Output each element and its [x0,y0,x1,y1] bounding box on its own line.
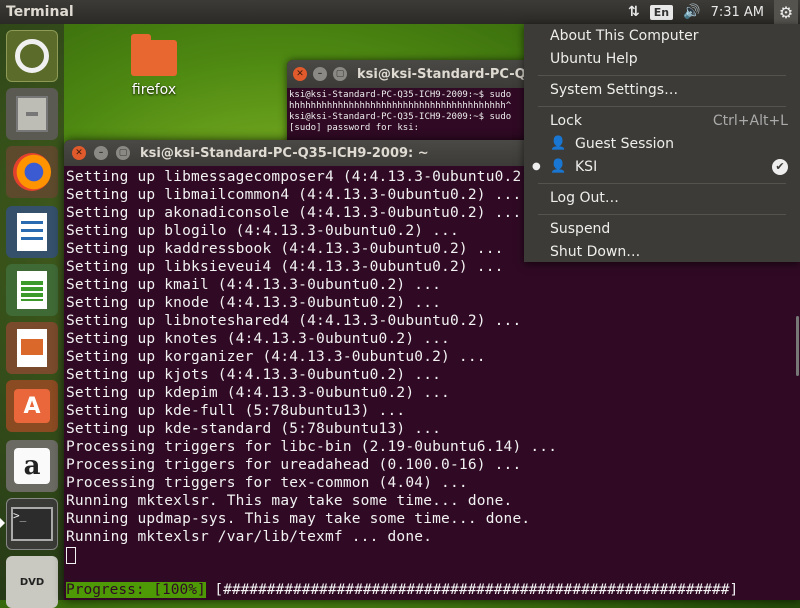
launcher-item-dvd[interactable]: DVD [6,556,58,608]
background-terminal-title: ksi@ksi-Standard-PC-Q [357,66,526,82]
launcher: A a >_ DVD [0,24,64,608]
menu-item-guest-session[interactable]: 👤 Guest Session [550,134,788,154]
clock[interactable]: 7:31 AM [711,5,764,20]
apt-progress-line: Progress: [100%] [######################… [66,581,738,599]
bt-line: [sudo] password for ksi: [289,123,420,133]
menu-item-label: Lock [550,113,582,129]
network-icon[interactable]: ⇅ [628,4,640,20]
maximize-icon[interactable]: ▢ [333,67,347,81]
app-title: Terminal [6,4,74,20]
scrollbar-thumb[interactable] [796,316,799,376]
menu-item-label: Guest Session [575,136,674,152]
terminal-line: Setting up kde-standard (5:78ubuntu13) .… [66,421,442,437]
launcher-item-amazon[interactable]: a [6,440,58,492]
terminal-line: Setting up libnoteshared4 (4:4.13.3-0ubu… [66,313,522,329]
terminal-line: Setting up kmail (4:4.13.3-0ubuntu0.2) .… [66,277,442,293]
launcher-item-dash[interactable] [6,30,58,82]
launcher-item-writer[interactable] [6,206,58,258]
menu-item-label: System Settings… [550,82,679,98]
text-cursor [66,546,76,564]
terminal-line: Processing triggers for libc-bin (2.19-0… [66,439,558,455]
background-terminal-titlebar[interactable]: ✕ – ▢ ksi@ksi-Standard-PC-Q [287,60,547,88]
maximize-icon[interactable]: ▢ [116,146,130,160]
terminal-title: ksi@ksi-Standard-PC-Q35-ICH9-2009: ~ [140,145,429,161]
background-terminal-window[interactable]: ✕ – ▢ ksi@ksi-Standard-PC-Q ksi@ksi-Stan… [287,60,547,152]
terminal-icon: >_ [11,507,53,541]
menu-item-about[interactable]: About This Computer [550,26,788,46]
menu-item-help[interactable]: Ubuntu Help [550,49,788,69]
indicator-tray: ⇅ En 🔊 7:31 AM ⚙ [628,0,800,24]
file-cabinet-icon [16,96,48,132]
menu-separator [538,106,786,107]
launcher-item-software[interactable]: A [6,380,58,432]
menu-item-log-out[interactable]: Log Out… [550,188,788,208]
menu-item-system-settings[interactable]: System Settings… [550,80,788,100]
terminal-line: Setting up korganizer (4:4.13.3-0ubuntu0… [66,349,486,365]
launcher-item-calc[interactable] [6,264,58,316]
bt-line: ksi@ksi-Standard-PC-Q35-ICH9-2009:~$ sud… [289,90,512,100]
menu-item-label: About This Computer [550,28,699,44]
close-icon[interactable]: ✕ [72,146,86,160]
active-user-dot-icon: ● [532,161,541,172]
checkmark-icon: ✔ [772,159,788,175]
volume-icon[interactable]: 🔊 [683,4,700,20]
menu-item-lock[interactable]: Lock Ctrl+Alt+L [550,111,788,131]
menu-item-user-ksi[interactable]: ● 👤 KSI ✔ [532,157,788,177]
terminal-line: Running mktexlsr. This may take some tim… [66,493,513,509]
terminal-line: Setting up knotes (4:4.13.3-0ubuntu0.2) … [66,331,450,347]
person-icon: 👤 [550,159,567,174]
progress-label: Progress: [100%] [66,582,206,598]
launcher-item-terminal[interactable]: >_ [6,498,58,550]
session-menu: About This Computer Ubuntu Help System S… [524,24,800,262]
close-icon[interactable]: ✕ [293,67,307,81]
menu-item-label: Log Out… [550,190,619,206]
ubuntu-logo-icon [15,39,49,73]
terminal-line: Setting up kdepim (4:4.13.3-0ubuntu0.2) … [66,385,450,401]
launcher-item-files[interactable] [6,88,58,140]
lock-shortcut: Ctrl+Alt+L [712,113,788,129]
terminal-line: Processing triggers for ureadahead (0.10… [66,457,522,473]
minimize-icon[interactable]: – [313,67,327,81]
menu-separator [538,183,786,184]
presentation-icon [17,329,47,367]
terminal-line: Running updmap-sys. This may take some t… [66,511,531,527]
menu-item-shut-down[interactable]: Shut Down… [550,242,788,262]
gear-icon[interactable]: ⚙ [774,0,798,24]
terminal-line: Processing triggers for tex-common (4.04… [66,475,468,491]
writer-document-icon [17,213,47,251]
terminal-line: Running mktexlsr /var/lib/texmf ... done… [66,529,433,545]
launcher-item-firefox[interactable] [6,146,58,198]
dvd-icon: DVD [19,576,45,588]
spreadsheet-icon [17,271,47,309]
desktop-folder-label: firefox [131,82,177,98]
menu-item-label: Shut Down… [550,244,641,260]
background-terminal-output: ksi@ksi-Standard-PC-Q35-ICH9-2009:~$ sud… [287,88,547,136]
menu-item-suspend[interactable]: Suspend [550,219,788,239]
bt-line: hhhhhhhhhhhhhhhhhhhhhhhhhhhhhhhhhhhhhhhh… [289,101,512,111]
firefox-icon [13,153,51,191]
menu-separator [538,75,786,76]
active-indicator-arrow [0,518,5,528]
keyboard-layout-indicator[interactable]: En [649,4,674,20]
menu-item-label: Ubuntu Help [550,51,638,67]
terminal-cursor-line [66,546,800,564]
bt-line: ksi@ksi-Standard-PC-Q35-ICH9-2009:~$ sud… [289,112,512,122]
desktop-folder[interactable]: firefox [124,34,184,98]
menu-item-label: KSI [575,159,598,175]
terminal-line: Setting up knode (4:4.13.3-0ubuntu0.2) .… [66,295,442,311]
shopping-bag-icon: A [14,389,50,423]
person-icon: 👤 [550,136,567,151]
menu-item-label: Suspend [550,221,611,237]
folder-icon [131,34,177,76]
terminal-line: Setting up kjots (4:4.13.3-0ubuntu0.2) .… [66,367,442,383]
terminal-line: Setting up kde-full (5:78ubuntu13) ... [66,403,406,419]
progress-bar: [#######################################… [205,582,739,598]
menu-separator [538,214,786,215]
amazon-icon: a [14,448,50,484]
top-panel: Terminal ⇅ En 🔊 7:31 AM ⚙ [0,0,800,24]
minimize-icon[interactable]: – [94,146,108,160]
launcher-item-impress[interactable] [6,322,58,374]
